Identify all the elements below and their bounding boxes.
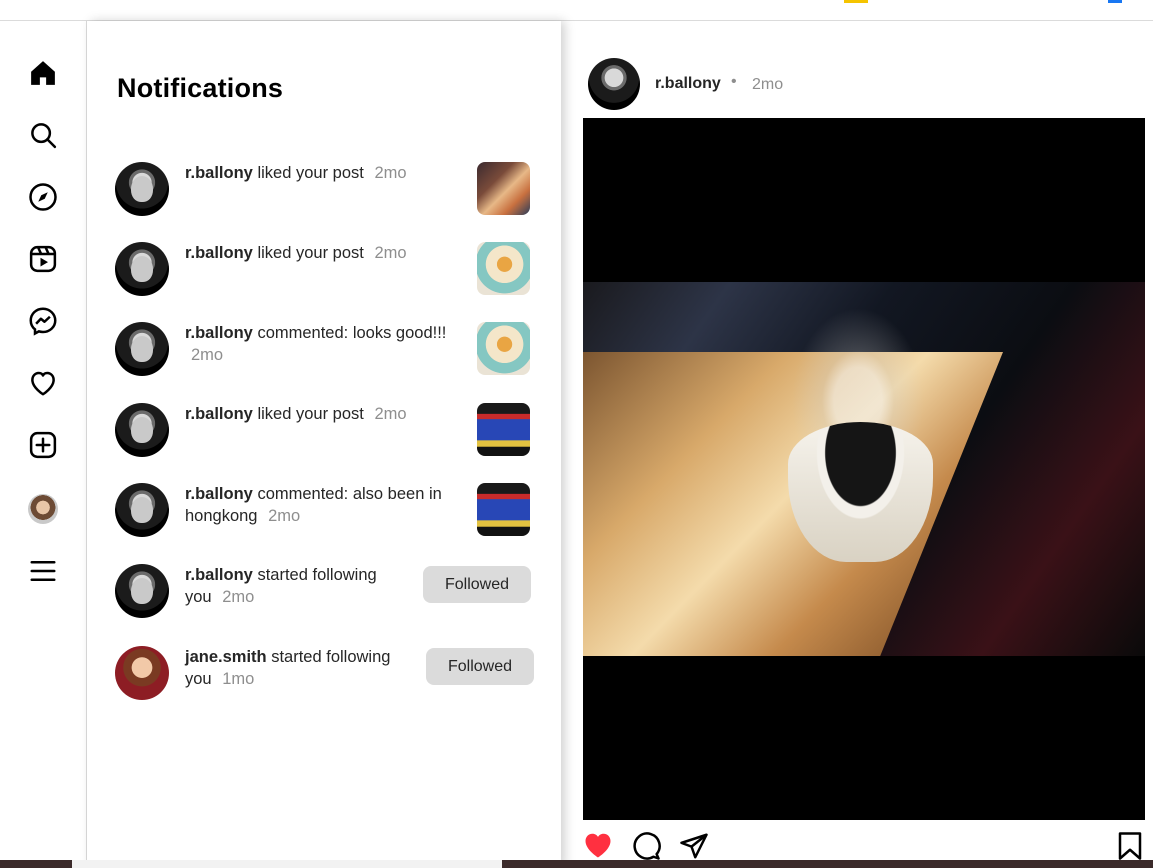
notification-text: r.ballony commented: also been in hongko… bbox=[185, 483, 457, 527]
search-icon[interactable] bbox=[25, 117, 61, 153]
post-view: r.ballony • 2mo bbox=[561, 21, 1153, 868]
username[interactable]: r.ballony bbox=[185, 244, 253, 262]
notification-text: r.ballony liked your post 2mo bbox=[185, 162, 457, 184]
notification-text: r.ballony liked your post 2mo bbox=[185, 403, 457, 425]
avatar bbox=[28, 494, 58, 524]
avatar[interactable] bbox=[115, 564, 169, 618]
username[interactable]: r.ballony bbox=[185, 405, 253, 423]
list-item[interactable]: r.ballony liked your post 2mo bbox=[115, 162, 535, 222]
create-icon[interactable] bbox=[25, 427, 61, 463]
post-media[interactable] bbox=[583, 118, 1145, 820]
followed-button[interactable]: Followed bbox=[423, 566, 531, 603]
timestamp: 1mo bbox=[222, 670, 255, 688]
messenger-icon[interactable] bbox=[25, 303, 61, 339]
post-thumbnail[interactable] bbox=[477, 483, 530, 536]
top-bar bbox=[0, 0, 1153, 21]
list-item[interactable]: r.ballony liked your post 2mo bbox=[115, 242, 535, 302]
avatar[interactable] bbox=[115, 242, 169, 296]
sidebar bbox=[0, 21, 87, 868]
notification-text: r.ballony started following you 2mo bbox=[185, 564, 405, 608]
followed-button[interactable]: Followed bbox=[426, 648, 534, 685]
post-thumbnail[interactable] bbox=[477, 322, 530, 375]
list-item[interactable]: r.ballony commented: looks good!!! 2mo bbox=[115, 322, 535, 382]
notification-action: liked your post bbox=[257, 405, 364, 423]
profile-avatar[interactable] bbox=[25, 491, 61, 527]
avatar[interactable] bbox=[115, 646, 169, 700]
username[interactable]: r.ballony bbox=[185, 485, 253, 503]
avatar[interactable] bbox=[115, 403, 169, 457]
timestamp: 2mo bbox=[374, 164, 407, 182]
avatar[interactable] bbox=[588, 58, 640, 110]
page-title: Notifications bbox=[117, 73, 284, 103]
notifications-panel: Notifications r.ballony liked your post … bbox=[87, 21, 561, 868]
list-item[interactable]: r.ballony commented: also been in hongko… bbox=[115, 483, 535, 543]
username[interactable]: r.ballony bbox=[185, 324, 253, 342]
reels-icon[interactable] bbox=[25, 241, 61, 277]
notification-text: r.ballony commented: looks good!!! 2mo bbox=[185, 322, 457, 366]
post-thumbnail[interactable] bbox=[477, 162, 530, 215]
post-image bbox=[583, 282, 1145, 656]
timestamp: 2mo bbox=[222, 588, 255, 606]
post-thumbnail[interactable] bbox=[477, 242, 530, 295]
separator-dot: • bbox=[731, 73, 737, 90]
avatar[interactable] bbox=[115, 162, 169, 216]
home-icon[interactable] bbox=[25, 55, 61, 91]
post-username[interactable]: r.ballony bbox=[655, 75, 721, 93]
avatar[interactable] bbox=[115, 322, 169, 376]
notification-action: commented: looks good!!! bbox=[257, 324, 447, 342]
notification-action: liked your post bbox=[257, 164, 364, 182]
top-bar-fragment bbox=[844, 0, 868, 3]
top-bar-fragment bbox=[1108, 0, 1122, 3]
coffee-cup bbox=[788, 422, 933, 562]
bottom-strip bbox=[0, 860, 1153, 868]
username[interactable]: r.ballony bbox=[185, 164, 253, 182]
post-timestamp: 2mo bbox=[752, 76, 784, 93]
notification-action: liked your post bbox=[257, 244, 364, 262]
username[interactable]: jane.smith bbox=[185, 648, 267, 666]
list-item[interactable]: jane.smith started following you 1mo Fol… bbox=[115, 646, 535, 706]
notification-text: r.ballony liked your post 2mo bbox=[185, 242, 457, 264]
list-item[interactable]: r.ballony liked your post 2mo bbox=[115, 403, 535, 463]
timestamp: 2mo bbox=[191, 346, 224, 364]
timestamp: 2mo bbox=[268, 507, 301, 525]
username[interactable]: r.ballony bbox=[185, 566, 253, 584]
heart-icon[interactable] bbox=[25, 365, 61, 401]
bottom-strip-window bbox=[72, 860, 502, 868]
list-item[interactable]: r.ballony started following you 2mo Foll… bbox=[115, 564, 535, 624]
notification-text: jane.smith started following you 1mo bbox=[185, 646, 415, 690]
post-thumbnail[interactable] bbox=[477, 403, 530, 456]
menu-icon[interactable] bbox=[25, 553, 61, 589]
explore-icon[interactable] bbox=[25, 179, 61, 215]
timestamp: 2mo bbox=[374, 244, 407, 262]
timestamp: 2mo bbox=[374, 405, 407, 423]
avatar[interactable] bbox=[115, 483, 169, 537]
